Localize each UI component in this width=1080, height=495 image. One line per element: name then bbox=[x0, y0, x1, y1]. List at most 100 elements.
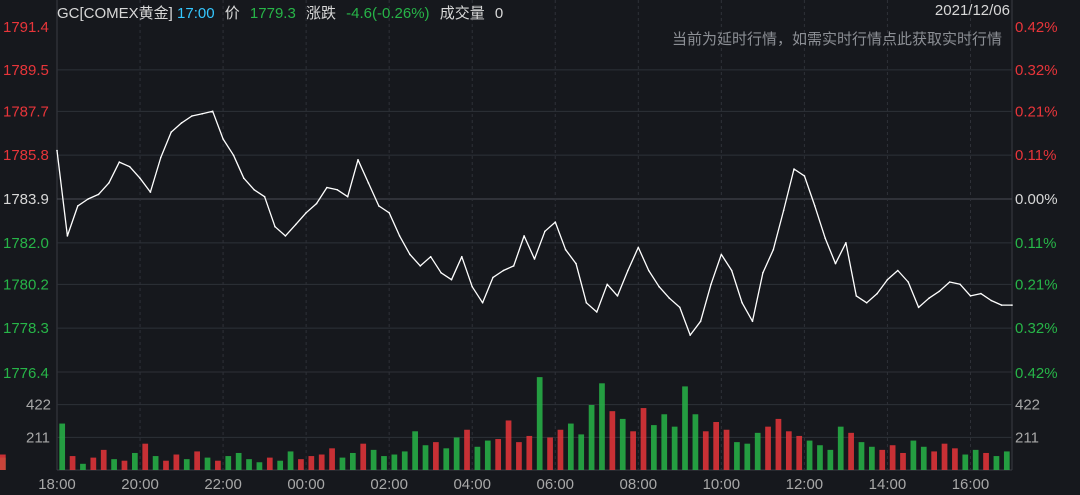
volume-bar bbox=[900, 452, 906, 470]
price-point bbox=[741, 302, 743, 304]
price-point bbox=[481, 302, 484, 304]
price-point bbox=[845, 242, 847, 244]
price-point bbox=[284, 235, 287, 237]
price-point bbox=[969, 295, 972, 297]
volume-bar bbox=[464, 429, 470, 470]
percent-tick-label: 0.00% bbox=[1015, 191, 1058, 208]
volume-tick-label: 211 bbox=[26, 429, 50, 446]
price-tick-label: 1783.9 bbox=[3, 191, 49, 208]
volume-bar bbox=[817, 445, 823, 470]
price-point bbox=[222, 138, 224, 140]
percent-tick-label: 0.32% bbox=[1015, 62, 1058, 79]
price-point bbox=[710, 283, 712, 286]
grid-lines bbox=[56, 0, 1013, 471]
price-point bbox=[180, 122, 183, 124]
price-label: 价 bbox=[224, 5, 240, 22]
intraday-chart[interactable]: 1791.4 1789.5 1787.7 1785.8 1783.9 1782.0 1780… bbox=[0, 0, 1080, 495]
time-tick-label: 22:00 bbox=[204, 476, 242, 493]
volume-bar bbox=[131, 452, 138, 470]
volume-bar bbox=[723, 429, 730, 470]
volume-bar bbox=[785, 431, 792, 470]
price-point bbox=[596, 311, 598, 313]
volume-bar bbox=[651, 425, 657, 470]
price-point bbox=[585, 302, 588, 304]
percent-tick-label: 0.42% bbox=[1015, 365, 1058, 382]
volume-bar bbox=[121, 460, 128, 470]
volume-bar bbox=[277, 460, 284, 470]
volume-bar bbox=[173, 454, 180, 470]
volume-bar bbox=[246, 459, 252, 470]
volume-bar bbox=[806, 440, 813, 470]
time-tick-label: 10:00 bbox=[703, 476, 741, 493]
volume-tick-label-right: 422 bbox=[1015, 397, 1040, 414]
volume-bar bbox=[609, 411, 616, 470]
volume-value: 0 bbox=[494, 5, 504, 22]
price-point bbox=[450, 278, 453, 281]
delay-notice-link[interactable]: 当前为延时行情，如需实时行情点此获取实时行情 bbox=[672, 28, 1002, 49]
price-point bbox=[647, 269, 650, 272]
volume-bar bbox=[484, 440, 491, 470]
price-point bbox=[149, 191, 152, 193]
volume-bar bbox=[422, 445, 429, 470]
price-value: 1779.3 bbox=[249, 5, 296, 22]
price-point bbox=[720, 253, 723, 256]
percent-tick-label: 0.21% bbox=[1015, 103, 1058, 120]
price-tick-label: 1791.4 bbox=[3, 19, 49, 36]
volume-bar bbox=[1003, 451, 1010, 470]
price-point bbox=[834, 262, 837, 265]
volume-tick-label-right: 211 bbox=[1015, 429, 1039, 446]
price-point bbox=[201, 112, 204, 115]
volume-bar bbox=[516, 442, 522, 470]
volume-bar bbox=[339, 457, 346, 470]
volume-bar bbox=[142, 443, 149, 470]
volume-bar bbox=[163, 460, 169, 470]
price-tick-label: 1776.4 bbox=[3, 365, 49, 382]
price-point bbox=[139, 177, 141, 179]
price-point bbox=[191, 115, 193, 117]
price-point bbox=[575, 262, 577, 265]
price-point bbox=[523, 235, 525, 237]
price-point bbox=[1000, 304, 1003, 306]
price-point bbox=[97, 193, 100, 196]
volume-bar bbox=[827, 449, 834, 470]
volume-bar bbox=[100, 449, 107, 470]
price-point bbox=[679, 306, 681, 309]
volume-bar bbox=[256, 462, 263, 470]
symbol-name: GC[COMEX黄金] bbox=[57, 5, 173, 22]
price-tick-label: 1787.7 bbox=[3, 103, 49, 120]
volume-bar bbox=[972, 449, 979, 470]
price-point bbox=[699, 320, 702, 323]
price-tick-label: 1789.5 bbox=[3, 62, 49, 79]
volume-bar bbox=[910, 440, 917, 470]
price-point bbox=[980, 292, 982, 295]
volume-bar bbox=[941, 443, 948, 470]
volume-bar bbox=[671, 426, 678, 470]
volume-bar bbox=[734, 442, 740, 470]
percent-tick-label: 0.42% bbox=[1015, 19, 1058, 36]
price-point bbox=[803, 175, 806, 177]
price-tick-label: 1785.8 bbox=[3, 147, 49, 164]
price-point bbox=[928, 297, 930, 300]
time-tick-label: 12:00 bbox=[786, 476, 824, 493]
volume-bar bbox=[0, 454, 6, 470]
price-point bbox=[160, 156, 162, 159]
change-value: -4.6(-0.26%) bbox=[346, 5, 430, 22]
volume-bar bbox=[204, 457, 211, 470]
volume-bar bbox=[931, 451, 938, 470]
volume-bar bbox=[599, 383, 605, 470]
volume-bar bbox=[889, 445, 896, 470]
price-point bbox=[87, 198, 89, 200]
price-point bbox=[295, 223, 297, 226]
price-line-layer bbox=[56, 110, 1013, 336]
price-point bbox=[118, 161, 121, 163]
volume-bar bbox=[474, 446, 481, 470]
quote-header: GC[COMEX黄金] 17:00 价 1779.3 涨跌 -4.6(-0.26… bbox=[57, 2, 503, 23]
price-point bbox=[564, 248, 567, 251]
volume-bar bbox=[837, 426, 844, 470]
volume-bar bbox=[567, 423, 574, 470]
time-tick-label: 00:00 bbox=[287, 476, 325, 493]
price-point bbox=[772, 248, 775, 251]
volume-bar bbox=[266, 457, 273, 470]
price-point bbox=[378, 205, 380, 207]
price-point bbox=[253, 189, 255, 191]
